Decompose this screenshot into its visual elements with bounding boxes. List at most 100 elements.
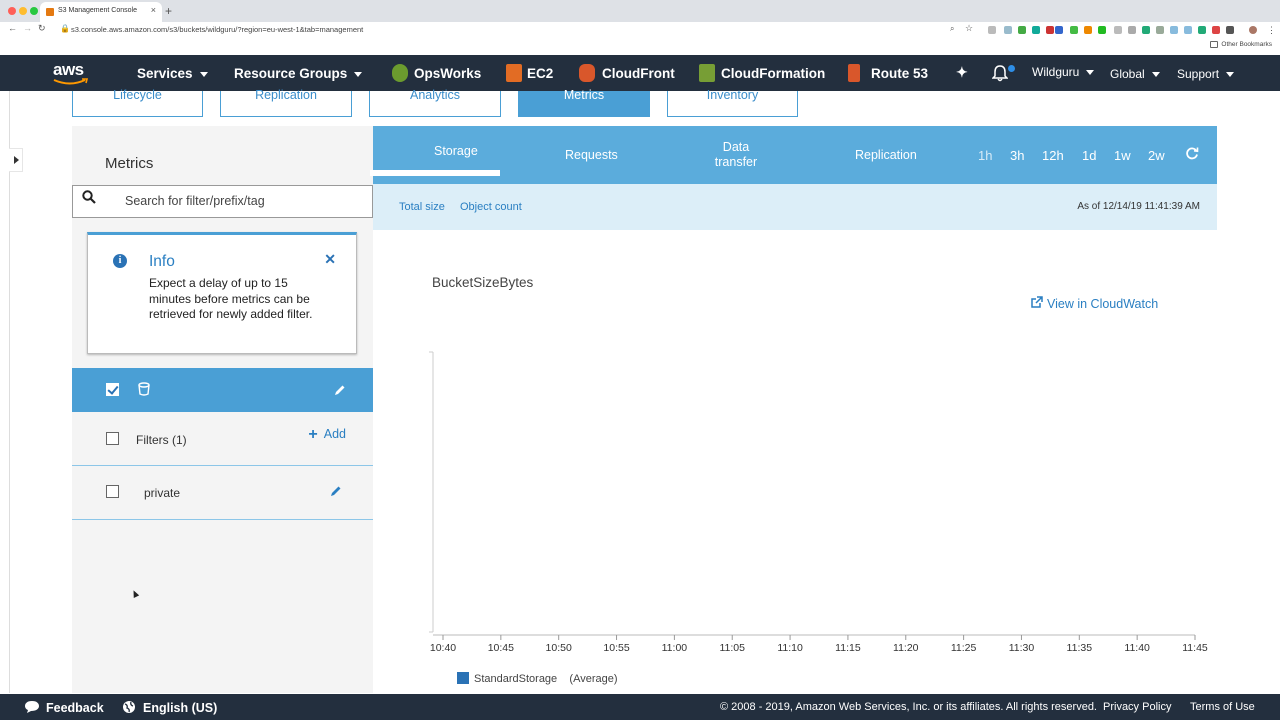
metric-tab-data-transfer[interactable]: Data transfer (713, 140, 759, 170)
filters-checkbox[interactable] (106, 432, 119, 445)
folder-icon (1210, 41, 1218, 48)
region-menu[interactable]: Global (1110, 67, 1160, 81)
filter-search-input[interactable] (125, 194, 355, 208)
range-1d[interactable]: 1d (1082, 148, 1096, 163)
other-bookmarks[interactable]: Other Bookmarks (1221, 41, 1272, 48)
extension-icon[interactable] (1170, 26, 1178, 34)
maximize-window-button[interactable] (30, 7, 38, 15)
resource-groups-menu[interactable]: Resource Groups (234, 66, 363, 81)
forward-icon[interactable]: → (23, 23, 32, 33)
shortcut-route53[interactable]: Route 53 (871, 66, 928, 81)
minimize-window-button[interactable] (19, 7, 27, 15)
metric-tab-requests[interactable]: Requests (565, 148, 618, 163)
feedback-button[interactable]: Feedback (24, 700, 104, 715)
bucket-size-chart: 10:40 10:45 10:50 10:55 11:00 11:05 11:10 11:15… (429, 351, 1208, 654)
range-3h[interactable]: 3h (1010, 148, 1024, 163)
browser-tab[interactable]: S3 Management Console × (40, 2, 162, 22)
new-tab-icon[interactable]: + (165, 4, 172, 18)
metric-total-size[interactable]: Total size (399, 201, 445, 213)
metric-tab-storage[interactable]: Storage (370, 144, 500, 176)
address-url[interactable]: s3.console.aws.amazon.com/s3/buckets/wil… (71, 25, 363, 34)
view-in-cloudwatch-label: View in CloudWatch (1047, 297, 1159, 311)
shortcut-cloudformation[interactable]: CloudFormation (721, 66, 825, 81)
extension-icon[interactable] (1198, 26, 1206, 34)
tab-inventory[interactable]: Inventory (667, 89, 798, 117)
extension-icon[interactable] (1098, 26, 1106, 34)
range-1w[interactable]: 1w (1114, 148, 1131, 163)
profile-avatar[interactable] (1249, 26, 1257, 34)
filter-row[interactable]: private (72, 466, 373, 520)
range-1h[interactable]: 1h (978, 148, 992, 163)
tab-replication[interactable]: Replication (220, 89, 352, 117)
privacy-policy-link[interactable]: Privacy Policy (1103, 701, 1171, 713)
plus-icon: + (308, 426, 318, 443)
extension-icon[interactable] (1004, 26, 1012, 34)
chart-legend: StandardStorage (Average) (457, 672, 618, 685)
aws-logo[interactable]: aws (53, 60, 89, 85)
bell-icon[interactable] (991, 64, 1009, 85)
panel-title: Metrics (105, 155, 154, 172)
range-12h[interactable]: 12h (1042, 148, 1064, 163)
metric-tab-requests-label: Requests (565, 148, 618, 162)
bookmark-star-icon[interactable]: ☆ (965, 23, 973, 34)
reload-icon[interactable]: ↻ (38, 23, 46, 34)
add-filter-label: Add (323, 427, 346, 441)
browser-tab-title: S3 Management Console (58, 7, 137, 14)
x-tick-label: 11:30 (1009, 642, 1035, 654)
extension-icon[interactable] (988, 26, 996, 34)
aws-logo-text: aws (53, 60, 84, 79)
metric-tab-replication[interactable]: Replication (855, 148, 917, 163)
extension-icon[interactable] (1084, 26, 1092, 34)
extension-icon[interactable] (1046, 26, 1054, 34)
as-of-timestamp: As of 12/14/19 11:41:39 AM (1077, 201, 1200, 212)
extension-icon[interactable] (1156, 26, 1164, 34)
extension-icon[interactable] (1142, 26, 1150, 34)
extension-icon[interactable] (1212, 26, 1220, 34)
lock-icon: 🔒 (60, 24, 70, 33)
language-selector[interactable]: English (US) (122, 700, 217, 715)
view-in-cloudwatch-link[interactable]: View in CloudWatch (1030, 296, 1158, 311)
services-menu[interactable]: Services (137, 66, 208, 81)
refresh-icon[interactable] (1185, 146, 1199, 160)
browser-tabstrip: S3 Management Console × + (0, 0, 1280, 22)
tab-lifecycle[interactable]: Lifecycle (72, 89, 203, 117)
add-filter-button[interactable]: + Add (308, 426, 346, 444)
region-label: Global (1110, 67, 1145, 81)
zoom-icon[interactable]: ⌕ (950, 24, 954, 34)
extension-icon[interactable] (1114, 26, 1122, 34)
expand-sidebar-button[interactable] (9, 148, 23, 172)
browser-menu-icon[interactable]: ⋮ (1267, 25, 1276, 36)
extension-icon[interactable] (1226, 26, 1234, 34)
bucket-row[interactable] (72, 368, 373, 412)
cloudformation-icon (699, 64, 715, 82)
bucket-checkbox[interactable] (106, 383, 119, 396)
shortcut-opsworks[interactable]: OpsWorks (414, 66, 481, 81)
filter-search-box[interactable] (72, 185, 373, 218)
filter-checkbox[interactable] (106, 485, 119, 498)
extension-icon[interactable] (1128, 26, 1136, 34)
edit-pencil-icon[interactable] (330, 485, 342, 497)
close-icon[interactable]: ✕ (324, 251, 336, 268)
terms-of-use-link[interactable]: Terms of Use (1190, 701, 1255, 713)
edit-pencil-icon[interactable] (334, 384, 346, 396)
close-tab-icon[interactable]: × (151, 5, 156, 15)
shortcut-cloudfront[interactable]: CloudFront (602, 66, 675, 81)
back-icon[interactable]: ← (8, 23, 17, 33)
metric-object-count[interactable]: Object count (460, 201, 522, 213)
shortcut-ec2[interactable]: EC2 (527, 66, 553, 81)
tab-analytics[interactable]: Analytics (369, 89, 501, 117)
extension-icon[interactable] (1070, 26, 1078, 34)
range-2w[interactable]: 2w (1148, 148, 1165, 163)
tab-metrics[interactable]: Metrics (518, 89, 650, 117)
user-menu[interactable]: Wildguru (1032, 65, 1095, 79)
chart-title: BucketSizeBytes (432, 275, 534, 290)
pin-icon[interactable]: ✦ (956, 64, 968, 81)
extension-icon[interactable] (1018, 26, 1026, 34)
address-bar[interactable]: 🔒 s3.console.aws.amazon.com/s3/buckets/w… (52, 23, 982, 37)
extension-icon[interactable] (1184, 26, 1192, 34)
extension-icon[interactable] (1055, 26, 1063, 34)
extension-icon[interactable] (1032, 26, 1040, 34)
x-tick-label: 11:15 (835, 642, 861, 654)
close-window-button[interactable] (8, 7, 16, 15)
support-menu[interactable]: Support (1177, 67, 1235, 81)
